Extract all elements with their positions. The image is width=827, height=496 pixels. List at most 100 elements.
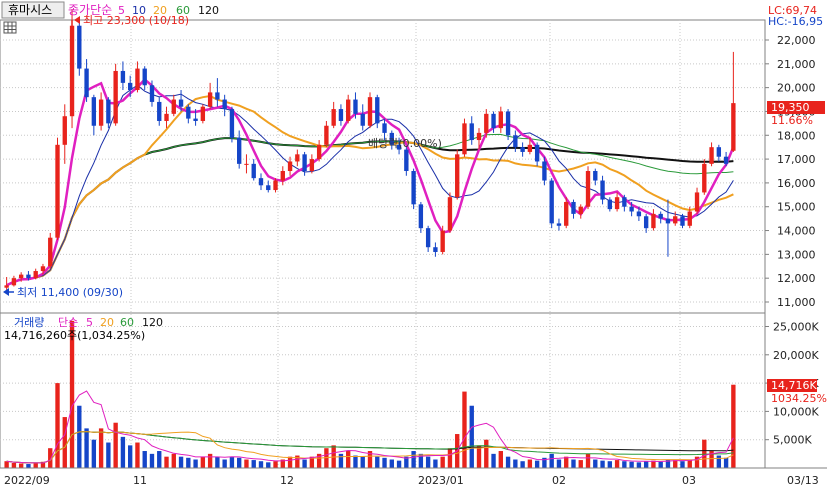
volume-bar: [4, 461, 9, 468]
candle: [113, 63, 118, 126]
volume-bar: [629, 461, 634, 468]
candle-body: [4, 285, 9, 288]
volume-bar: [273, 461, 278, 468]
candle-body: [324, 125, 329, 145]
price-tick-label: 20,000: [777, 82, 816, 95]
candle-body: [585, 171, 591, 207]
candle-body: [113, 70, 118, 124]
volume-bar: [222, 459, 227, 468]
dividend-label: 배당락(0.00%): [368, 137, 442, 150]
volume-tick-label: 10,000K: [773, 405, 819, 418]
volume-bar: [353, 455, 358, 468]
candle-body: [331, 109, 336, 126]
volume-bar: [534, 460, 540, 468]
candle: [447, 192, 453, 233]
volume-bar: [120, 436, 126, 468]
candle-body: [302, 154, 307, 171]
candle-body: [84, 68, 89, 98]
candle-body: [309, 159, 315, 171]
candle: [77, 18, 82, 76]
volume-readout: 14,716,260주(1,034.25%): [4, 329, 145, 342]
candle-body: [665, 218, 671, 224]
candle-body: [18, 274, 24, 279]
volume-bar: [549, 453, 554, 468]
candle: [455, 149, 460, 200]
volume-bar: [244, 459, 249, 468]
volume-bar: [411, 451, 416, 468]
candle-body: [556, 223, 562, 226]
candle-body: [491, 113, 496, 129]
candle-body: [229, 109, 235, 138]
candle-body: [120, 70, 126, 83]
candle-body: [142, 68, 147, 86]
high-annotation: 최고 23,300 (10/18): [71, 14, 189, 27]
volume-bar: [142, 451, 147, 468]
candle-body: [440, 230, 445, 252]
candle-body: [607, 199, 613, 210]
candle-body: [244, 163, 249, 165]
candle-body: [578, 206, 583, 214]
candle: [462, 118, 467, 157]
candle-body: [287, 161, 293, 171]
volume-bar: [491, 453, 496, 468]
volume-bar: [11, 462, 17, 468]
candle-body: [11, 278, 17, 286]
candle-body: [367, 97, 373, 126]
volume-bar: [513, 459, 518, 468]
candle-body: [593, 171, 598, 181]
x-tick-label: 12: [280, 474, 294, 487]
candle-body: [723, 156, 729, 164]
legend-ma120: 120: [198, 4, 219, 17]
candle-body: [375, 97, 380, 124]
candle-body: [127, 82, 133, 91]
volume-bar: [716, 455, 722, 468]
candle-body: [346, 99, 351, 121]
price-tick-label: 11,000: [777, 296, 816, 309]
candle-body: [69, 25, 75, 117]
candle-body: [48, 237, 53, 267]
volume-bar: [18, 463, 24, 468]
vol-legend-ma120: 120: [142, 316, 163, 329]
candle: [229, 106, 235, 143]
volume-bar: [382, 457, 387, 468]
volume-bar: [200, 456, 206, 468]
volume-bar: [425, 456, 431, 468]
price-tick-label: 17,000: [777, 153, 816, 166]
volume-bar: [77, 405, 82, 468]
volume-bar: [346, 451, 351, 468]
volume-bar: [229, 456, 235, 468]
candle: [367, 92, 373, 129]
vol-legend-ma20: 20: [100, 316, 114, 329]
volume-change: 1034.25%: [771, 392, 827, 405]
candle-body: [353, 99, 358, 114]
candle-body: [549, 180, 554, 224]
candle: [55, 137, 60, 241]
candle-body: [643, 216, 649, 229]
volume-bar: [389, 459, 394, 468]
current-volume: 14,716K: [771, 379, 817, 392]
candle-body: [564, 201, 569, 226]
candle-body: [164, 113, 169, 121]
candle-body: [404, 149, 409, 171]
candle: [549, 178, 554, 229]
candle-body: [316, 144, 322, 160]
x-tick-label: 2022/09: [4, 474, 50, 487]
volume-tick-label: 25,000K: [773, 321, 819, 334]
volume-bar: [505, 456, 511, 468]
volume-bar: [607, 461, 613, 468]
candle-body: [193, 118, 198, 121]
volume-bar: [215, 456, 220, 468]
volume-bar: [462, 391, 467, 468]
candle-body: [687, 211, 692, 226]
volume-bar: [258, 461, 264, 468]
volume-bar: [84, 428, 89, 468]
candle-body: [469, 123, 474, 141]
candle-body: [26, 274, 31, 279]
volume-bar: [360, 456, 365, 468]
candle-body: [33, 271, 38, 279]
candle-body: [476, 132, 482, 141]
candle-body: [135, 68, 140, 91]
grid-icon[interactable]: [3, 21, 17, 34]
volume-title: 거래량: [14, 316, 44, 329]
volume-bar: [527, 459, 533, 468]
